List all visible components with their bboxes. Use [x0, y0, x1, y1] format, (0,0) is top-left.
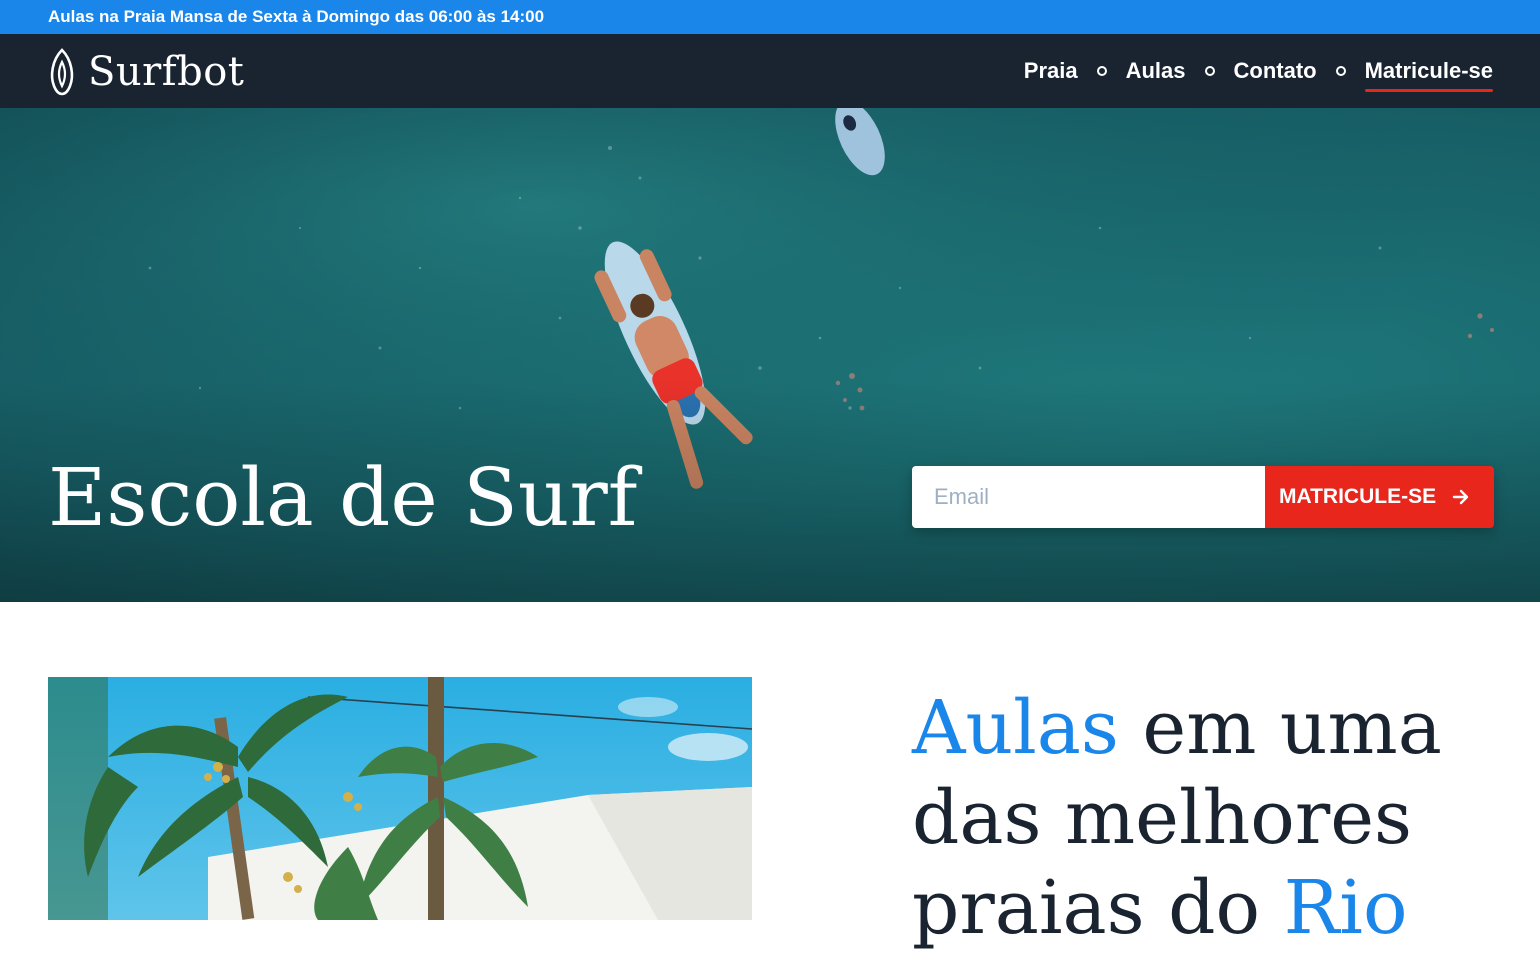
nav-separator-dot: [1204, 66, 1215, 76]
signup-button[interactable]: MATRICULE-SE: [1265, 466, 1494, 528]
signup-button-label: MATRICULE-SE: [1279, 485, 1437, 508]
heading-accent-aulas: Aulas: [912, 685, 1119, 771]
nav-separator-dot: [1096, 66, 1107, 76]
announcement-bar: Aulas na Praia Mansa de Sexta à Domingo …: [0, 0, 1540, 34]
section-heading: Aulas em uma das melhores praias do Rio: [912, 683, 1532, 953]
brand-name: Surfbot: [88, 49, 245, 95]
nav-aulas[interactable]: Aulas: [1126, 58, 1186, 84]
nav-praia[interactable]: Praia: [1024, 58, 1078, 84]
nav-matricule-se[interactable]: Matricule-se: [1364, 58, 1494, 92]
surfboard-icon: [50, 48, 74, 96]
announcement-text: Aulas na Praia Mansa de Sexta à Domingo …: [48, 7, 545, 26]
nav-separator-dot: [1335, 66, 1346, 76]
site-header: Surfbot Praia Aulas Contato Matricule-se: [0, 34, 1540, 108]
signup-form: MATRICULE-SE: [912, 466, 1494, 528]
beach-photo-image: [48, 677, 752, 920]
hero-title: Escola de Surf: [48, 451, 638, 544]
heading-accent-rio: Rio: [1283, 865, 1408, 951]
hero-section: Escola de Surf MATRICULE-SE: [0, 108, 1540, 602]
beach-photo: [48, 677, 752, 920]
brand-logo[interactable]: Surfbot: [48, 48, 244, 96]
main-nav: Praia Aulas Contato Matricule-se: [1024, 34, 1494, 108]
arrow-right-icon: [1452, 489, 1469, 505]
email-input[interactable]: [912, 466, 1265, 528]
nav-contato[interactable]: Contato: [1234, 58, 1317, 84]
